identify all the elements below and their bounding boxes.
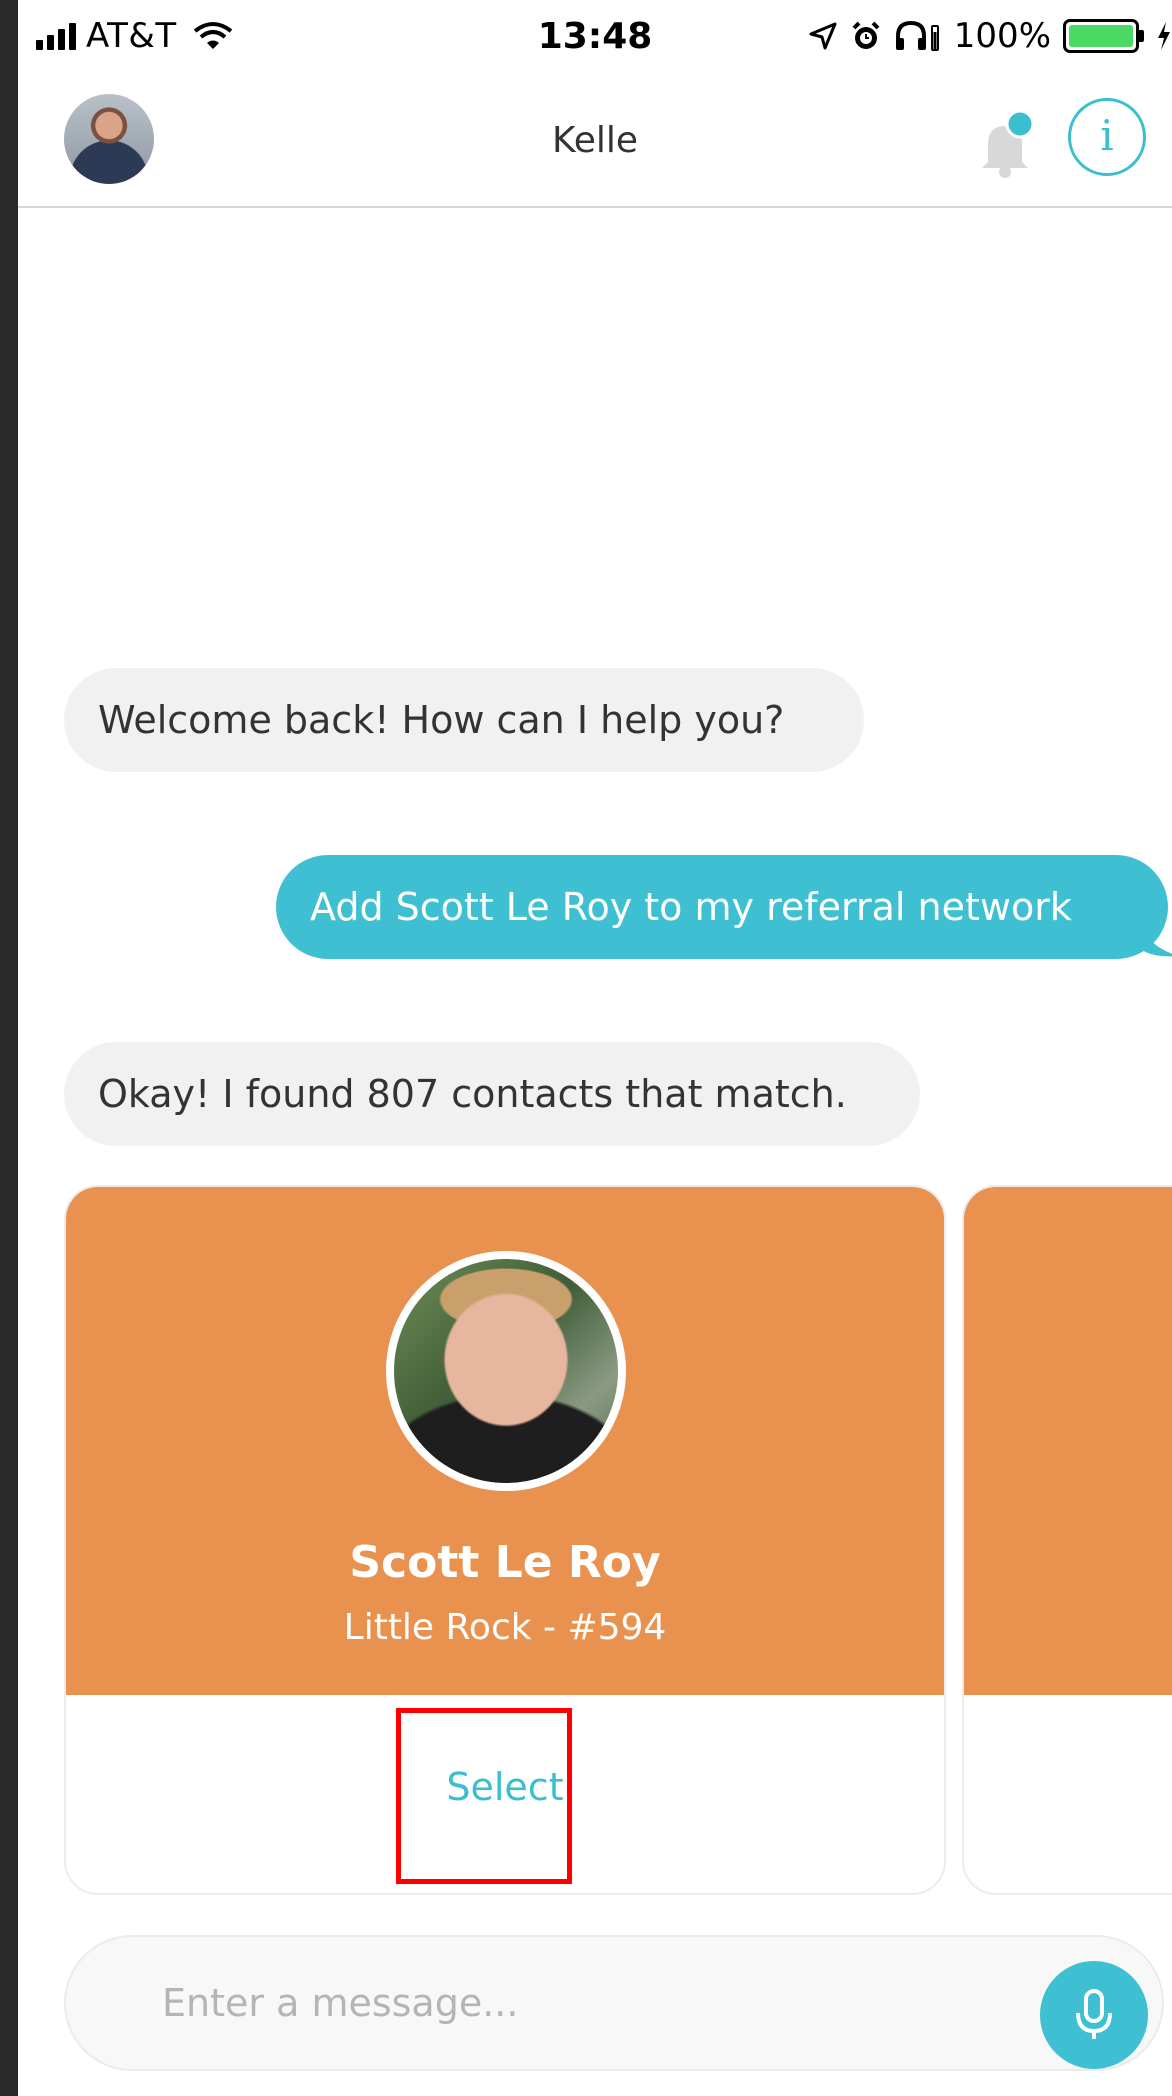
bubble-tail: [1140, 918, 1172, 957]
contact-photo: [386, 1251, 626, 1491]
status-right: 100%: [808, 14, 1172, 58]
phone-screen: AT&T 13:48 100% Kelle i Welcome back! Ho…: [18, 0, 1172, 2096]
chat-header: Kelle i: [18, 70, 1172, 208]
status-bar: AT&T 13:48 100%: [18, 0, 1172, 70]
info-button[interactable]: i: [1068, 98, 1146, 176]
battery-percent: 100%: [953, 16, 1051, 56]
battery-icon: [1063, 19, 1144, 53]
charging-icon: [1158, 22, 1170, 50]
message-composer: [64, 1935, 1164, 2071]
notification-dot: [1005, 110, 1035, 139]
contact-name: Scott Le Roy: [349, 1537, 661, 1588]
microphone-button[interactable]: [1040, 1961, 1148, 2069]
contact-card-footer: [964, 1695, 1172, 1893]
contact-card-header: Scott Le Roy Little Rock - #594: [66, 1187, 944, 1695]
message-input[interactable]: [66, 1937, 966, 2069]
notification-bell-icon[interactable]: [968, 110, 1042, 180]
user-message: Add Scott Le Roy to my referral network: [276, 855, 1168, 959]
microphone-icon: [1076, 1989, 1112, 2039]
contact-location: Little Rock - #594: [343, 1607, 667, 1648]
contact-card-next[interactable]: [962, 1185, 1172, 1895]
contact-card-header: [964, 1187, 1172, 1695]
select-highlight: [396, 1708, 572, 1884]
alarm-icon: [852, 21, 880, 49]
bot-message: Okay! I found 807 contacts that match.: [64, 1042, 920, 1146]
bot-message: Welcome back! How can I help you?: [64, 668, 864, 772]
location-arrow-icon: [809, 22, 837, 50]
headphones-icon: [895, 20, 939, 51]
